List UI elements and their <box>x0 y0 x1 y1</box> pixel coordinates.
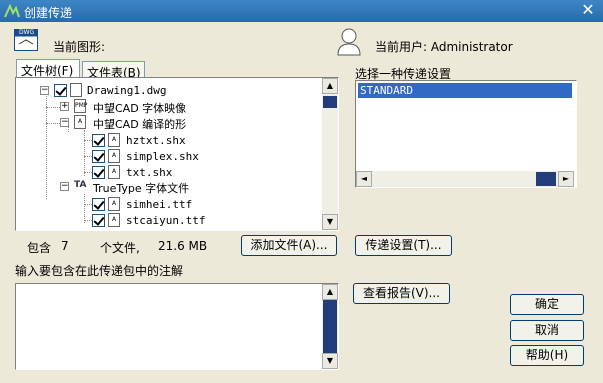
compiled-shape-icon: A <box>74 115 86 129</box>
view-report-button[interactable]: 查看报告(V)... <box>353 283 450 304</box>
title-bar: 创建传递 ✕ <box>0 0 603 22</box>
help-button[interactable]: 帮助(H) <box>510 345 584 366</box>
expander-root[interactable]: − <box>40 86 49 95</box>
tree-compiled-label: 中望CAD 编译的形 <box>93 118 187 131</box>
current-user-label: 当前用户: Administrator <box>375 40 513 54</box>
add-file-button[interactable]: 添加文件(A)... <box>241 235 337 256</box>
summary-count: 7 <box>61 239 69 253</box>
app-logo-icon <box>4 4 20 18</box>
tree-truetype-file: stcaiyun.ttf <box>126 214 206 227</box>
expander-fontmap[interactable]: + <box>60 102 69 111</box>
ttf-file-icon: A <box>108 197 120 211</box>
scroll-up-icon[interactable]: ▲ <box>322 78 338 94</box>
summary-size: 21.6 MB <box>158 239 208 253</box>
scroll-down-icon[interactable]: ▼ <box>322 214 338 230</box>
setup-list[interactable]: STANDARD ◄ ► <box>355 80 577 188</box>
expander-truetype[interactable]: − <box>60 182 69 191</box>
notes-label: 输入要包含在此传递包中的注解 <box>15 264 184 278</box>
tree-fontmap-label: 中望CAD 字体映像 <box>93 102 187 115</box>
shx-file-icon: A <box>108 149 120 163</box>
tree-compiled-file: txt.shx <box>126 166 173 179</box>
drawing-icon-text: DWG <box>19 29 35 36</box>
tab-file-tree[interactable]: 文件树(F) <box>16 59 80 78</box>
scroll-left-icon[interactable]: ◄ <box>356 171 372 187</box>
setup-hscrollbar[interactable]: ◄ ► <box>356 171 574 187</box>
truetype-folder-icon: TA <box>74 180 87 190</box>
close-icon[interactable]: ✕ <box>579 1 597 19</box>
ttf-file-icon: A <box>108 213 120 227</box>
document-icon <box>70 83 82 97</box>
scroll-thumb[interactable] <box>323 96 337 108</box>
summary-unit: 个文件, <box>100 241 140 255</box>
tree-truetype-label: TrueType 字体文件 <box>93 182 190 195</box>
shx-file-icon: A <box>108 165 120 179</box>
tab-file-table[interactable]: 文件表(B) <box>82 61 145 80</box>
root-checkbox[interactable] <box>54 84 67 97</box>
notes-scrollbar[interactable]: ▲ ▼ <box>322 284 338 369</box>
scroll-thumb[interactable] <box>323 300 337 353</box>
truetype-file-checkbox[interactable] <box>92 198 105 211</box>
truetype-file-checkbox[interactable] <box>92 214 105 227</box>
compiled-file-checkbox[interactable] <box>92 166 105 179</box>
transmittal-setup-button[interactable]: 传递设置(T)... <box>355 235 452 256</box>
scroll-right-icon[interactable]: ► <box>558 171 574 187</box>
compiled-file-checkbox[interactable] <box>92 134 105 147</box>
tab-file-tree-label: 文件树(F) <box>21 64 74 78</box>
tree-truetype-file: simhei.ttf <box>126 198 193 211</box>
scroll-thumb[interactable] <box>536 172 556 186</box>
notes-textarea[interactable]: ▲ ▼ <box>15 283 339 370</box>
shx-file-icon: A <box>108 133 120 147</box>
expander-compiled[interactable]: − <box>60 118 69 127</box>
drawing-file-icon: DWG <box>14 29 38 51</box>
tree-root-label: Drawing1.dwg <box>87 84 167 97</box>
setup-item-selected[interactable]: STANDARD <box>358 83 572 98</box>
scroll-up-icon[interactable]: ▲ <box>322 284 338 300</box>
current-drawing-label: 当前图形: <box>53 40 106 54</box>
cancel-button[interactable]: 取消 <box>510 320 584 341</box>
window-title: 创建传递 <box>24 6 73 20</box>
tree-scrollbar[interactable]: ▲ ▼ <box>322 78 338 230</box>
user-icon <box>337 28 361 56</box>
scroll-down-icon[interactable]: ▼ <box>322 353 338 369</box>
font-map-icon: PMP <box>74 99 87 113</box>
compiled-file-checkbox[interactable] <box>92 150 105 163</box>
ok-button[interactable]: 确定 <box>510 294 584 315</box>
file-tree-panel[interactable]: − Drawing1.dwg + PMP 中望CAD 字体映像 − A 中望CA… <box>15 77 339 231</box>
summary-prefix: 包含 <box>27 241 52 255</box>
tree-compiled-file: hztxt.shx <box>126 134 186 147</box>
tree-compiled-file: simplex.shx <box>126 150 199 163</box>
